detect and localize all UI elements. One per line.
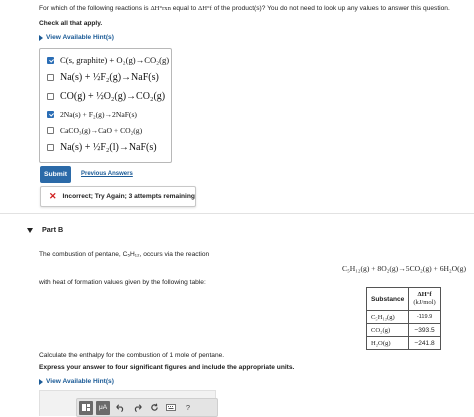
keyboard-icon — [166, 404, 176, 411]
caret-right-icon — [39, 378, 43, 385]
substance-cell: H₂O(g) — [365, 336, 410, 350]
part-a-instruction: Check all that apply. — [39, 20, 103, 27]
part-a-hint-link[interactable]: View Available Hint(s) — [39, 34, 114, 41]
checkbox-checked[interactable] — [47, 56, 54, 64]
feedback-banner: ✕ Incorrect; Try Again; 3 attempts remai… — [40, 186, 196, 207]
hint-link-label: View Available Hint(s) — [46, 378, 114, 385]
table-intro: with heat of formation values given by t… — [39, 279, 206, 286]
templates-button[interactable] — [79, 400, 93, 415]
section-divider — [0, 213, 474, 214]
checkbox[interactable] — [47, 74, 54, 81]
reset-button[interactable] — [147, 401, 161, 415]
dhf-symbol: ΔH°f — [417, 291, 432, 298]
undo-button[interactable] — [113, 401, 127, 415]
substance-cell: CO₂(g) — [365, 323, 410, 337]
help-icon: ? — [185, 403, 191, 412]
dhf-units: (kJ/mol) — [413, 299, 436, 306]
keyboard-button[interactable] — [164, 401, 178, 415]
previous-answers-link[interactable]: Previous Answers — [81, 171, 133, 177]
choice-item[interactable]: C(s, graphite) + O₂(g)→CO₂(g) — [47, 55, 169, 65]
value-cell: −393.5 — [408, 323, 441, 337]
answer-toolbar: μA ? — [76, 398, 218, 417]
choice-item[interactable]: Na(s) + ½F₂(l)→NaF(s) — [47, 142, 157, 153]
checkbox[interactable] — [47, 144, 54, 151]
substance-cell: C₅H₁₂(g) — [365, 310, 410, 324]
delta-h-rxn-symbol: ΔH°rxn — [150, 5, 171, 12]
part-a-question: For which of the following reactions is … — [39, 5, 450, 12]
checkbox[interactable] — [47, 127, 54, 134]
part-b-title: Part B — [42, 225, 64, 234]
collapse-caret-icon[interactable] — [27, 228, 33, 233]
choice-item[interactable]: CaCO₃(g)→CaO + CO₂(g) — [47, 126, 142, 135]
choice-list: C(s, graphite) + O₂(g)→CO₂(g) Na(s) + ½F… — [39, 48, 172, 163]
choice-item[interactable]: 2Na(s) + F₂(g)→2NaF(s) — [47, 110, 137, 119]
part-b-intro: The combustion of pentane, C₅H₁₂, occurs… — [39, 251, 210, 258]
value-cell: -119.9 — [408, 310, 441, 324]
part-b-question: Calculate the enthalpy for the combustio… — [39, 352, 225, 359]
part-b-instruction: Express your answer to four significant … — [39, 364, 295, 371]
value-cell: −241.8 — [408, 336, 441, 350]
undo-icon — [115, 404, 123, 412]
caret-right-icon — [39, 34, 43, 41]
units-label: μA — [98, 404, 108, 411]
feedback-text: Incorrect; Try Again; 3 attempts remaini… — [62, 192, 195, 200]
choice-item[interactable]: Na(s) + ½F₂(g)→NaF(s) — [47, 72, 159, 83]
column-header-substance: Substance — [365, 287, 410, 311]
incorrect-x-icon: ✕ — [49, 191, 57, 201]
help-button[interactable]: ? — [181, 401, 195, 415]
combustion-equation: C₅H₁₂(g) + 8O₂(g)→5CO₂(g) + 6H₂O(g) — [342, 264, 466, 273]
units-button[interactable]: μA — [96, 400, 110, 415]
part-b-hint-link[interactable]: View Available Hint(s) — [39, 378, 114, 385]
redo-icon — [134, 404, 142, 412]
checkbox-checked[interactable] — [47, 111, 54, 118]
submit-button[interactable]: Submit — [40, 166, 71, 183]
templates-icon — [82, 404, 90, 411]
choice-item[interactable]: CO(g) + ½O₂(g)→CO₂(g) — [47, 91, 165, 102]
redo-button[interactable] — [130, 401, 144, 415]
table-row: C₅H₁₂(g) -119.9 — [365, 310, 441, 324]
table-row: H₂O(g) −241.8 — [365, 336, 441, 350]
heat-of-formation-table: Substance ΔH°f (kJ/mol) C₅H₁₂(g) -119.9 … — [365, 287, 441, 350]
table-header-row: Substance ΔH°f (kJ/mol) — [365, 287, 441, 311]
checkbox[interactable] — [47, 93, 54, 100]
hint-link-label: View Available Hint(s) — [46, 34, 114, 41]
column-header-dhf: ΔH°f (kJ/mol) — [408, 287, 441, 311]
delta-h-f-symbol: ΔH°f — [198, 5, 212, 12]
reset-icon — [150, 403, 158, 411]
table-row: CO₂(g) −393.5 — [365, 323, 441, 337]
